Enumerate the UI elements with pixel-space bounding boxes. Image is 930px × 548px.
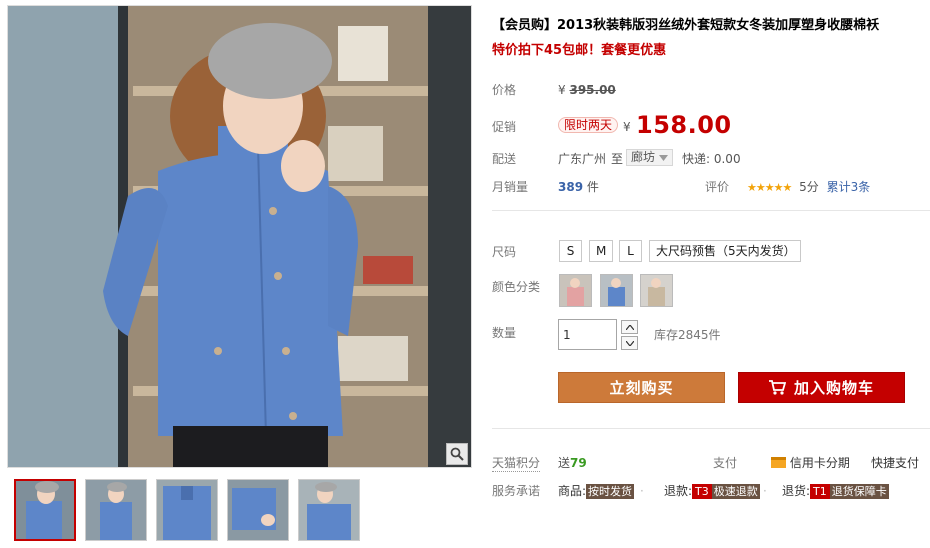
add-to-cart-button[interactable]: 加入购物车 (738, 372, 905, 403)
original-price: ¥ 395.00 (558, 82, 616, 98)
rating-score: 5分 (799, 180, 819, 194)
refund-code-badge: T3 (692, 484, 712, 499)
monthly-sales-label: 月销量 (492, 180, 529, 194)
size-option-plus-presale[interactable]: 大尺码预售（5天内发货） (649, 240, 801, 262)
quantity-decrease-button[interactable] (621, 336, 638, 350)
promo-currency-symbol: ¥ (623, 120, 631, 134)
thumbnail-5[interactable] (298, 479, 360, 541)
promo-price: 158.00 (636, 111, 732, 139)
chevron-down-icon (625, 340, 634, 346)
price-label: 价格 (492, 83, 517, 97)
promo-tag: 限时两天 (558, 117, 619, 133)
original-price-value: 395.00 (569, 83, 616, 97)
product-info-panel: 【会员购】2013秋装韩版羽丝绒外套短款女冬装加厚塑身收腰棉袄 特价拍下45包邮… (492, 0, 930, 548)
quantity-increase-button[interactable] (621, 320, 638, 334)
credit-card-icon (771, 457, 786, 468)
color-swatch-beige[interactable] (640, 274, 673, 307)
thumbnail-4[interactable] (227, 479, 289, 541)
thumbnail-strip (14, 479, 374, 543)
monthly-sales: 389 件 (558, 179, 599, 195)
chevron-up-icon (625, 324, 634, 330)
quick-pay[interactable]: 快捷支付 (871, 455, 919, 471)
color-swatch-blue[interactable] (600, 274, 633, 307)
payment-label: 支付 (713, 456, 738, 470)
express-fee: 快递: 0.00 (682, 152, 741, 166)
service-return: 退货: T1 退货保障卡 (782, 483, 889, 499)
return-badge[interactable]: 退货保障卡 (829, 484, 889, 499)
monthly-sales-unit: 件 (586, 180, 599, 194)
rating-label: 评价 (705, 180, 730, 194)
stock-count: 库存2845件 (654, 328, 721, 342)
thumbnail-photo (86, 480, 146, 540)
thumbnail-3[interactable] (156, 479, 218, 541)
color-label: 颜色分类 (492, 280, 541, 294)
product-title: 【会员购】2013秋装韩版羽丝绒外套短款女冬装加厚塑身收腰棉袄 (492, 18, 880, 33)
return-label: 退货: (782, 484, 811, 498)
size-option-l[interactable]: L (619, 240, 642, 262)
quantity-input[interactable] (558, 319, 617, 350)
thumbnail-photo (299, 480, 359, 540)
rating: ★★★★★ 5分 累计3条 (747, 179, 870, 196)
swatch-photo (601, 275, 632, 306)
return-code-badge: T1 (810, 484, 830, 499)
service-goods: 商品: 按时发货 (558, 483, 635, 499)
promo-label: 促销 (492, 120, 517, 134)
chevron-down-icon (659, 154, 669, 161)
swatch-photo (641, 275, 672, 306)
credit-installment-label: 信用卡分期 (789, 456, 850, 470)
divider (492, 428, 930, 429)
currency-symbol: ¥ (558, 83, 566, 97)
separator: · (640, 484, 644, 498)
separator: · (763, 484, 767, 498)
cart-icon (768, 380, 786, 395)
service-refund: 退款: T3 极速退款 (664, 483, 760, 499)
points-value: 79 (570, 456, 587, 470)
add-to-cart-label: 加入购物车 (793, 379, 874, 397)
color-swatch-pink[interactable] (559, 274, 592, 307)
thumbnail-1[interactable] (14, 479, 76, 541)
shipping-from: 广东广州 (558, 152, 607, 166)
service-label: 服务承诺 (492, 484, 541, 498)
goods-badge[interactable]: 按时发货 (586, 484, 635, 499)
credit-installment[interactable]: 信用卡分期 (771, 455, 850, 471)
refund-label: 退款: (664, 484, 693, 498)
thumbnail-photo (157, 480, 217, 540)
goods-label: 商品: (558, 484, 587, 498)
zoom-button[interactable] (446, 443, 468, 465)
review-count-link[interactable]: 累计3条 (827, 180, 871, 194)
points-prefix: 送 (558, 456, 571, 470)
model-photo-illustration (8, 6, 471, 467)
main-product-photo[interactable] (7, 5, 472, 468)
tmall-points: 送79 (558, 455, 587, 471)
quantity-label: 数量 (492, 326, 517, 340)
monthly-sales-count: 389 (558, 180, 584, 194)
divider (492, 210, 930, 211)
shipping-label: 配送 (492, 152, 517, 166)
buy-now-button[interactable]: 立刻购买 (558, 372, 725, 403)
refund-badge[interactable]: 极速退款 (711, 484, 760, 499)
destination-city: 廊坊 (631, 150, 656, 164)
size-option-m[interactable]: M (589, 240, 613, 262)
thumbnail-photo (228, 480, 288, 540)
thumbnail-photo (16, 481, 74, 539)
size-label: 尺码 (492, 245, 517, 259)
thumbnail-2[interactable] (85, 479, 147, 541)
destination-city-select[interactable]: 廊坊 (626, 149, 674, 166)
product-subtitle: 特价拍下45包邮！套餐更优惠 (492, 43, 667, 58)
size-option-s[interactable]: S (559, 240, 582, 262)
magnifier-icon (450, 447, 464, 461)
rating-stars-icon: ★★★★★ (747, 181, 792, 194)
tmall-points-label[interactable]: 天猫积分 (492, 455, 541, 472)
shipping-to-label: 至 (611, 152, 624, 166)
swatch-photo (560, 275, 591, 306)
